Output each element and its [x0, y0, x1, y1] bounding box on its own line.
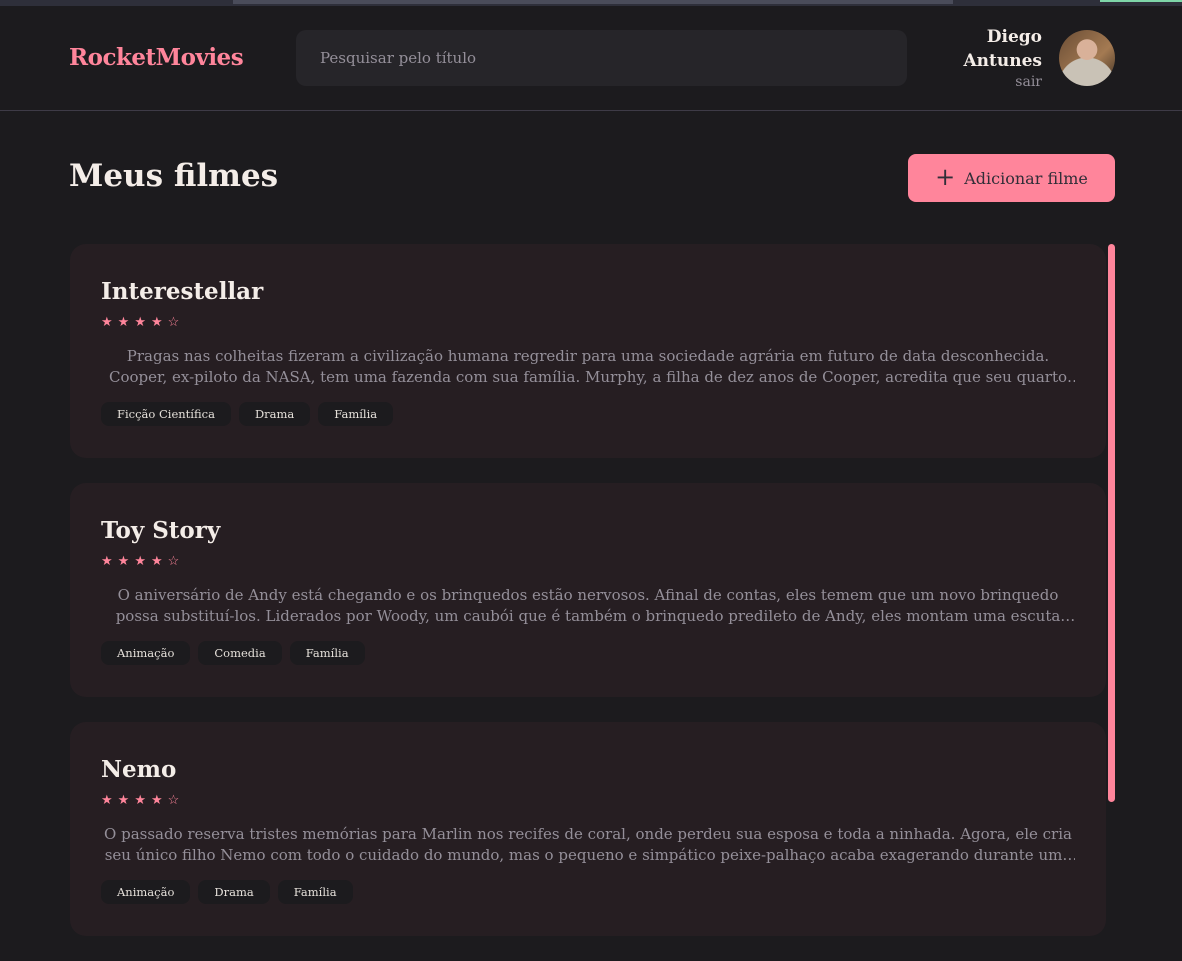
- star-filled-icon: ★: [134, 554, 146, 569]
- star-empty-icon: ☆: [167, 554, 180, 569]
- tag: Animação: [101, 641, 191, 665]
- star-filled-icon: ★: [150, 793, 163, 808]
- tag: Drama: [238, 402, 311, 426]
- tab-indicator-strip: [1100, 0, 1182, 2]
- movie-description: Pragas nas colheitas fizeram a civilizaç…: [108, 347, 1068, 386]
- star-filled-icon: ★: [101, 315, 113, 330]
- tag-list: Animação Comedia Família: [101, 641, 1075, 665]
- brand-logo[interactable]: RocketMovies: [69, 44, 244, 71]
- tag: Comedia: [198, 641, 282, 665]
- tag: Família: [318, 402, 394, 426]
- star-filled-icon: ★: [150, 315, 163, 330]
- tag: Ficção Científica: [101, 402, 231, 426]
- scrollbar-thumb[interactable]: [1108, 244, 1115, 802]
- tag-list: Ficção Científica Drama Família: [101, 402, 1075, 426]
- tag: Drama: [198, 880, 270, 904]
- star-filled-icon: ★: [134, 315, 146, 330]
- star-filled-icon: ★: [117, 554, 130, 569]
- logout-link[interactable]: sair: [952, 73, 1042, 91]
- tag: Família: [277, 880, 353, 904]
- movie-description: O aniversário de Andy está chegando e os…: [115, 586, 1061, 625]
- movie-list: Interestellar ★ ★ ★ ★ ☆ Pragas nas colheitas…: [70, 244, 1106, 961]
- star-empty-icon: ☆: [167, 315, 180, 330]
- tag-list: Animação Drama Família: [101, 880, 1075, 904]
- tag: Animação: [101, 880, 191, 904]
- star-filled-icon: ★: [150, 554, 163, 569]
- star-filled-icon: ★: [101, 554, 113, 569]
- profile-text: Diego Antunes sair: [952, 25, 1042, 91]
- app-header: RocketMovies Diego Antunes sair: [0, 6, 1182, 111]
- movie-title: Toy Story: [101, 517, 221, 544]
- movie-title: Nemo: [101, 756, 177, 783]
- movie-card[interactable]: Interestellar ★ ★ ★ ★ ☆ Pragas nas colheitas…: [70, 244, 1106, 458]
- avatar[interactable]: [1059, 30, 1115, 86]
- movie-card[interactable]: Nemo ★ ★ ★ ★ ☆ O passado reserva tristes mem…: [70, 722, 1106, 936]
- user-name[interactable]: Diego Antunes: [952, 25, 1042, 73]
- star-empty-icon: ☆: [167, 793, 180, 808]
- user-profile: Diego Antunes sair: [952, 26, 1115, 90]
- star-rating: ★ ★ ★ ★ ☆: [101, 316, 1075, 330]
- movie-card[interactable]: Toy Story ★ ★ ★ ★ ☆ O aniversário de Andy es…: [70, 483, 1106, 697]
- star-rating: ★ ★ ★ ★ ☆: [101, 794, 1075, 808]
- tag: Família: [289, 641, 365, 665]
- add-movie-button[interactable]: + Adicionar filme: [908, 154, 1115, 202]
- search-input[interactable]: [296, 30, 907, 86]
- star-rating: ★ ★ ★ ★ ☆: [101, 555, 1075, 569]
- star-filled-icon: ★: [101, 793, 113, 808]
- address-bar-strip: [233, 0, 953, 4]
- star-filled-icon: ★: [134, 793, 146, 808]
- add-movie-button-label: Adicionar filme: [964, 168, 1088, 188]
- star-filled-icon: ★: [117, 315, 130, 330]
- movie-description: O passado reserva tristes memórias para …: [104, 825, 1072, 864]
- movie-title: Interestellar: [101, 278, 264, 305]
- page-title: Meus filmes: [69, 158, 279, 194]
- plus-icon: +: [935, 163, 956, 191]
- star-filled-icon: ★: [117, 793, 130, 808]
